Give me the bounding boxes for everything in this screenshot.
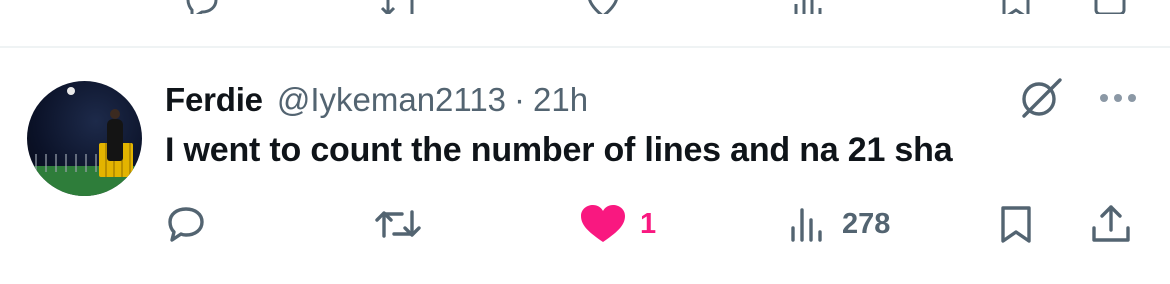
retweet-button[interactable]	[372, 200, 424, 248]
heart-icon	[581, 205, 625, 242]
user-handle[interactable]: @Iykeman2113	[277, 81, 506, 119]
tweet[interactable]: Ferdie @Iykeman2113 · 21h I went to coun…	[0, 48, 1170, 284]
more-icon[interactable]	[1096, 88, 1140, 108]
reply-icon	[168, 207, 204, 242]
retweet-icon[interactable]	[378, 0, 422, 14]
share-icon[interactable]	[1090, 0, 1130, 14]
avatar-player	[107, 119, 123, 161]
tweet-text: I went to count the number of lines and …	[165, 131, 953, 169]
bookmark-icon	[1001, 206, 1031, 243]
views-count: 278	[842, 207, 891, 240]
bookmark-button[interactable]	[994, 200, 1038, 248]
separator-dot: ·	[514, 81, 526, 118]
reply-button[interactable]	[164, 200, 208, 248]
display-name[interactable]: Ferdie	[165, 81, 263, 119]
views-button[interactable]: 278	[786, 200, 890, 248]
tweet-actions: 1 278	[0, 200, 1170, 248]
avatar-ball	[67, 87, 75, 95]
like-count: 1	[640, 207, 657, 240]
like-button[interactable]: 1	[578, 200, 656, 248]
views-icon	[791, 208, 822, 242]
verified-slash-icon[interactable]	[1018, 74, 1064, 120]
share-button[interactable]	[1088, 200, 1134, 248]
avatar-player-head	[110, 109, 120, 119]
bookmark-icon[interactable]	[996, 0, 1036, 14]
views-icon[interactable]	[790, 0, 830, 14]
retweet-icon	[375, 210, 421, 238]
heart-icon[interactable]	[585, 0, 621, 14]
tweet-time[interactable]: 21h	[533, 81, 588, 119]
reply-icon[interactable]	[182, 0, 222, 14]
avatar[interactable]	[27, 81, 142, 196]
previous-tweet-actions	[0, 0, 1170, 14]
tweet-header: Ferdie @Iykeman2113 · 21h	[165, 80, 588, 120]
share-icon	[1092, 205, 1130, 242]
